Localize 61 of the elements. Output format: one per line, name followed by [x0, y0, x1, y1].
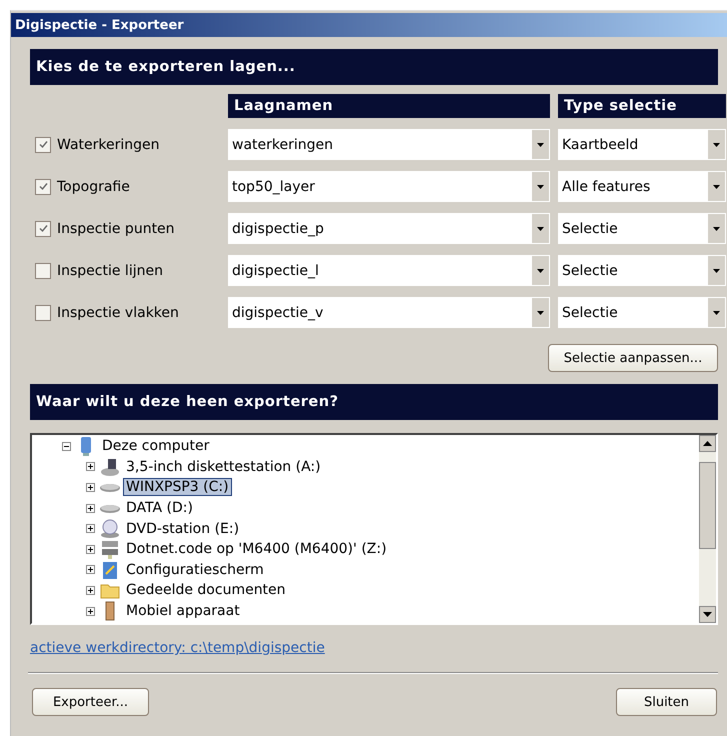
adjust-selection-button[interactable]: Selectie aanpassen...: [548, 344, 718, 372]
tree-item[interactable]: Mobiel apparaat: [123, 602, 243, 620]
expander-icon[interactable]: [86, 565, 95, 574]
selection-type-dropdown[interactable]: Kaartbeeld: [558, 129, 726, 160]
dropdown-arrow-icon: [713, 310, 720, 314]
dropdown-arrow-icon: [713, 184, 720, 188]
checkmark-icon: [38, 181, 48, 192]
section-header: Kies de te exporteren lagen...: [30, 49, 718, 85]
tree-item[interactable]: Dotnet.code op 'M6400 (M6400)' (Z:): [123, 540, 390, 558]
column-header: Type selectie: [558, 94, 726, 118]
expander-icon[interactable]: [86, 482, 95, 492]
tree-item[interactable]: Gedeelde documenten: [123, 581, 289, 600]
dropdown-arrow-icon: [537, 226, 544, 230]
layer-dropdown[interactable]: waterkeringen: [228, 129, 550, 160]
tree-item[interactable]: Configuratiescherm: [123, 560, 267, 579]
network-icon: [99, 539, 121, 560]
dropdown-arrow-icon: [713, 226, 720, 230]
dropdown-arrow-icon: [713, 142, 720, 146]
dropdown-arrow-icon: [537, 310, 544, 314]
expander-icon[interactable]: [62, 442, 71, 451]
layer-checkbox[interactable]: Inspectie punten: [30, 220, 220, 236]
tree-item[interactable]: Deze computer: [99, 437, 212, 456]
selection-type-dropdown[interactable]: Alle features: [558, 171, 726, 202]
layer-dropdown[interactable]: digispectie_l: [228, 255, 550, 286]
window-title: Digispectie - Exporteer: [15, 18, 184, 32]
tree-item[interactable]: DVD-station (E:): [123, 520, 242, 538]
expander-icon[interactable]: [86, 606, 95, 616]
section-header: Waar wilt u deze heen exporteren?: [30, 384, 718, 420]
scroll-up-icon: [703, 441, 712, 446]
dropdown-arrow-icon: [537, 142, 544, 146]
layer-dropdown[interactable]: top50_layer: [228, 171, 550, 202]
tree-item[interactable]: 3,5-inch diskettestation (A:): [123, 458, 324, 476]
expander-icon[interactable]: [86, 544, 95, 554]
dropdown-arrow-icon: [537, 184, 544, 188]
export-button[interactable]: Exporteer...: [32, 688, 149, 716]
selection-type-dropdown[interactable]: Selectie: [558, 255, 726, 286]
working-directory-link[interactable]: actieve werkdirectory: c:\temp\digispectie: [30, 640, 325, 656]
expander-icon[interactable]: [86, 462, 95, 472]
expander-icon[interactable]: [86, 524, 95, 534]
layer-checkbox[interactable]: Inspectie vlakken: [30, 304, 220, 320]
expander-icon[interactable]: [86, 586, 95, 595]
layer-checkbox[interactable]: Inspectie lijnen: [30, 262, 220, 278]
layer-checkbox[interactable]: Topografie: [30, 178, 220, 194]
column-header: Laagnamen: [228, 94, 550, 118]
tree-item[interactable]: WINXPSP3 (C:): [123, 478, 232, 496]
checkmark-icon: [38, 139, 48, 150]
checkmark-icon: [38, 223, 48, 234]
expander-icon[interactable]: [86, 504, 95, 513]
dropdown-arrow-icon: [713, 268, 720, 272]
close-button[interactable]: Sluiten: [616, 688, 717, 716]
scroll-down-icon: [703, 612, 712, 617]
scrollbar[interactable]: [699, 435, 716, 623]
layer-dropdown[interactable]: digispectie_p: [228, 213, 550, 244]
selection-type-dropdown[interactable]: Selectie: [558, 213, 726, 244]
layer-checkbox[interactable]: Waterkeringen: [30, 136, 220, 152]
floppy-icon: [99, 456, 121, 477]
selection-type-dropdown[interactable]: Selectie: [558, 297, 726, 328]
dvd-icon: [99, 518, 121, 539]
tree-item[interactable]: DATA (D:): [123, 499, 196, 518]
dropdown-arrow-icon: [537, 268, 544, 272]
layer-dropdown[interactable]: digispectie_v: [228, 297, 550, 328]
